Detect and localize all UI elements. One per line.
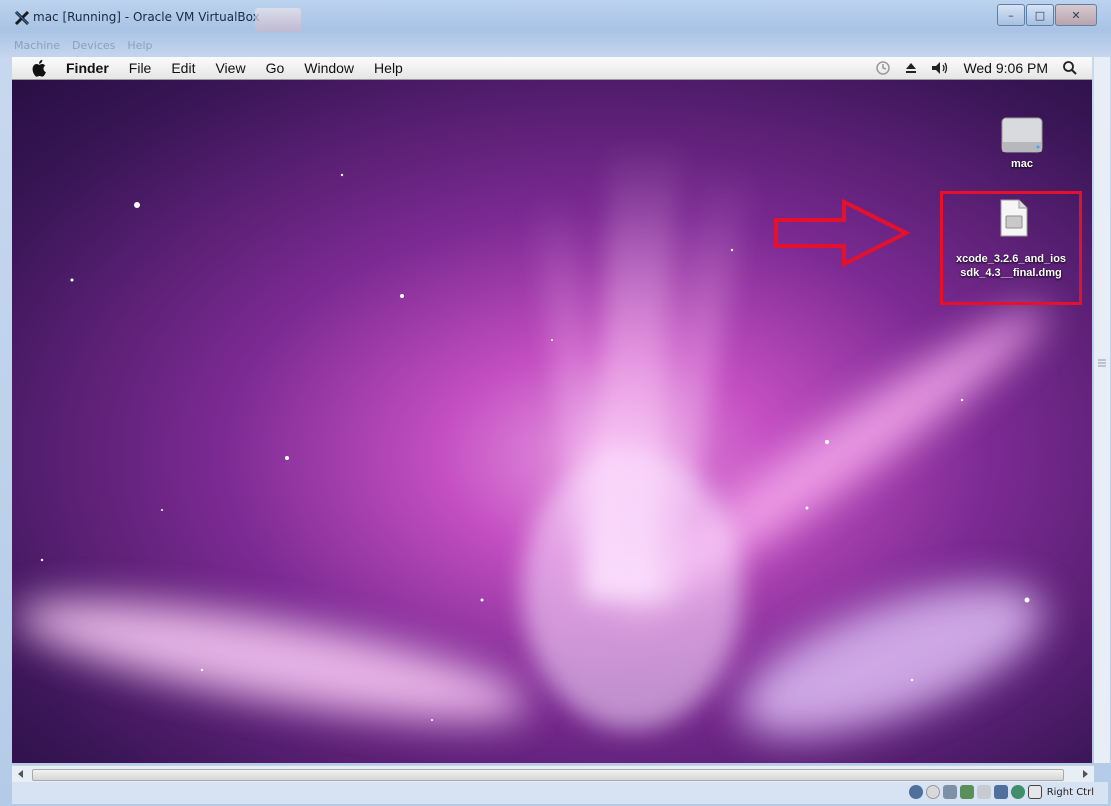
vertical-scrollbar[interactable]: [1094, 57, 1110, 763]
menu-go[interactable]: Go: [266, 60, 285, 76]
minimize-button[interactable]: –: [997, 4, 1025, 26]
hard-disk-status-icon[interactable]: [908, 785, 923, 799]
title-thumbnail: [255, 8, 301, 32]
horizontal-scroll-thumb[interactable]: [32, 769, 1064, 781]
dmg-label-line1: xcode_3.2.6_and_ios: [955, 253, 1067, 265]
mac-menubar: Finder File Edit View Go Window Help Wed…: [12, 57, 1092, 80]
maximize-button[interactable]: □: [1026, 4, 1054, 26]
virtualbox-app-icon: [14, 10, 30, 26]
eject-icon[interactable]: [905, 62, 917, 74]
horizontal-scrollbar[interactable]: [12, 765, 1094, 782]
mac-desktop[interactable]: mac xcode_3.2.6_and_ios sdk_4.3__final.d…: [12, 80, 1092, 763]
close-button[interactable]: ✕: [1055, 4, 1097, 26]
dmg-label-line2: sdk_4.3__final.dmg: [960, 267, 1062, 279]
network-status-icon[interactable]: [959, 785, 974, 799]
scroll-left-icon[interactable]: [17, 770, 25, 778]
host-key-label: Right Ctrl: [1046, 786, 1094, 798]
window-controls: – □ ✕: [996, 4, 1097, 26]
optical-drive-status-icon[interactable]: [925, 785, 940, 799]
virtualbox-statusbar: Right Ctrl: [12, 782, 1108, 804]
dmg-highlight-box: xcode_3.2.6_and_ios sdk_4.3__final.dmg: [940, 191, 1082, 305]
menu-view[interactable]: View: [215, 60, 245, 76]
guest-display[interactable]: mac xcode_3.2.6_and_ios sdk_4.3__final.d…: [12, 57, 1092, 763]
usb-status-icon[interactable]: [942, 785, 957, 799]
title-bar[interactable]: mac [Running] - Oracle VM VirtualBox – □…: [0, 0, 1111, 38]
virtualbox-window: mac [Running] - Oracle VM VirtualBox – □…: [0, 0, 1111, 806]
menu-machine[interactable]: Machine: [14, 39, 60, 55]
shared-folders-status-icon[interactable]: [976, 785, 991, 799]
menu-devices[interactable]: Devices: [72, 39, 115, 55]
red-arrow-annotation: [774, 198, 911, 268]
menu-help[interactable]: Help: [127, 39, 152, 55]
time-machine-icon[interactable]: [875, 60, 891, 76]
volume-icon[interactable]: [931, 61, 949, 75]
menu-window[interactable]: Window: [304, 60, 354, 76]
dmg-file-label[interactable]: xcode_3.2.6_and_ios sdk_4.3__final.dmg: [943, 252, 1079, 280]
menu-edit[interactable]: Edit: [171, 60, 195, 76]
menu-finder[interactable]: Finder: [66, 60, 109, 76]
menubar-clock[interactable]: Wed 9:06 PM: [963, 60, 1048, 76]
window-title: mac [Running] - Oracle VM VirtualBox: [33, 10, 260, 24]
hard-drive-icon: [1001, 117, 1043, 153]
drive-label: mac: [1010, 158, 1034, 170]
galaxy-wallpaper: [12, 80, 1092, 763]
virtualbox-menubar: Machine Devices Help: [14, 39, 152, 55]
host-key-icon: [1027, 785, 1042, 799]
scroll-right-icon[interactable]: [1081, 770, 1089, 778]
display-status-icon[interactable]: [993, 785, 1008, 799]
mouse-integration-icon[interactable]: [1010, 785, 1025, 799]
menu-help-mac[interactable]: Help: [374, 60, 403, 76]
spotlight-search-icon[interactable]: [1062, 60, 1078, 76]
scroll-grip-icon: [1098, 359, 1106, 367]
menubar-extras: Wed 9:06 PM: [875, 57, 1092, 79]
apple-logo-icon[interactable]: [30, 58, 50, 78]
menu-file[interactable]: File: [129, 60, 152, 76]
dmg-file-icon[interactable]: [999, 198, 1029, 238]
status-indicators: Right Ctrl: [908, 785, 1094, 799]
drive-mac[interactable]: mac: [994, 112, 1050, 170]
